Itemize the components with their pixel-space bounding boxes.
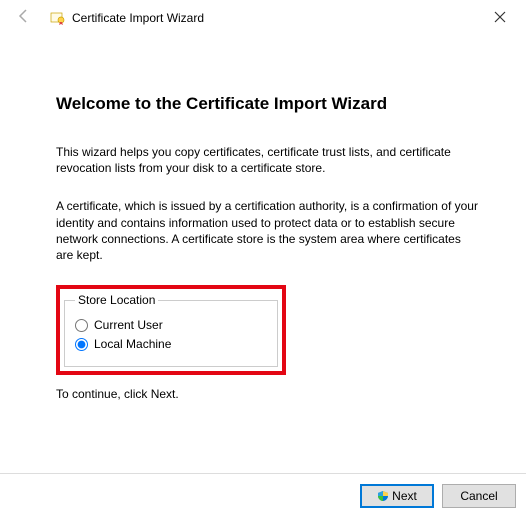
- intro-paragraph-1: This wizard helps you copy certificates,…: [56, 144, 480, 176]
- certificate-wizard-icon: [50, 10, 66, 26]
- radio-local-machine[interactable]: Local Machine: [75, 337, 267, 351]
- page-heading: Welcome to the Certificate Import Wizard: [56, 94, 480, 114]
- cancel-button[interactable]: Cancel: [442, 484, 516, 508]
- store-location-group: Store Location Current User Local Machin…: [64, 293, 278, 367]
- wizard-content: Welcome to the Certificate Import Wizard…: [0, 36, 526, 411]
- close-icon[interactable]: [484, 6, 516, 30]
- radio-current-user-input[interactable]: [75, 319, 88, 332]
- titlebar: Certificate Import Wizard: [0, 0, 526, 36]
- radio-local-machine-label: Local Machine: [94, 337, 171, 351]
- next-button[interactable]: Next: [360, 484, 434, 508]
- radio-current-user[interactable]: Current User: [75, 318, 267, 332]
- continue-text: To continue, click Next.: [56, 387, 480, 401]
- store-location-legend: Store Location: [75, 293, 158, 307]
- window-title: Certificate Import Wizard: [72, 11, 204, 25]
- cancel-button-label: Cancel: [460, 489, 497, 503]
- next-button-label: Next: [392, 489, 417, 503]
- back-arrow-icon[interactable]: [10, 6, 38, 31]
- store-location-highlight: Store Location Current User Local Machin…: [56, 285, 286, 375]
- radio-current-user-label: Current User: [94, 318, 163, 332]
- radio-local-machine-input[interactable]: [75, 338, 88, 351]
- intro-paragraph-2: A certificate, which is issued by a cert…: [56, 198, 480, 263]
- wizard-footer: Next Cancel: [0, 473, 526, 517]
- uac-shield-icon: [377, 490, 389, 502]
